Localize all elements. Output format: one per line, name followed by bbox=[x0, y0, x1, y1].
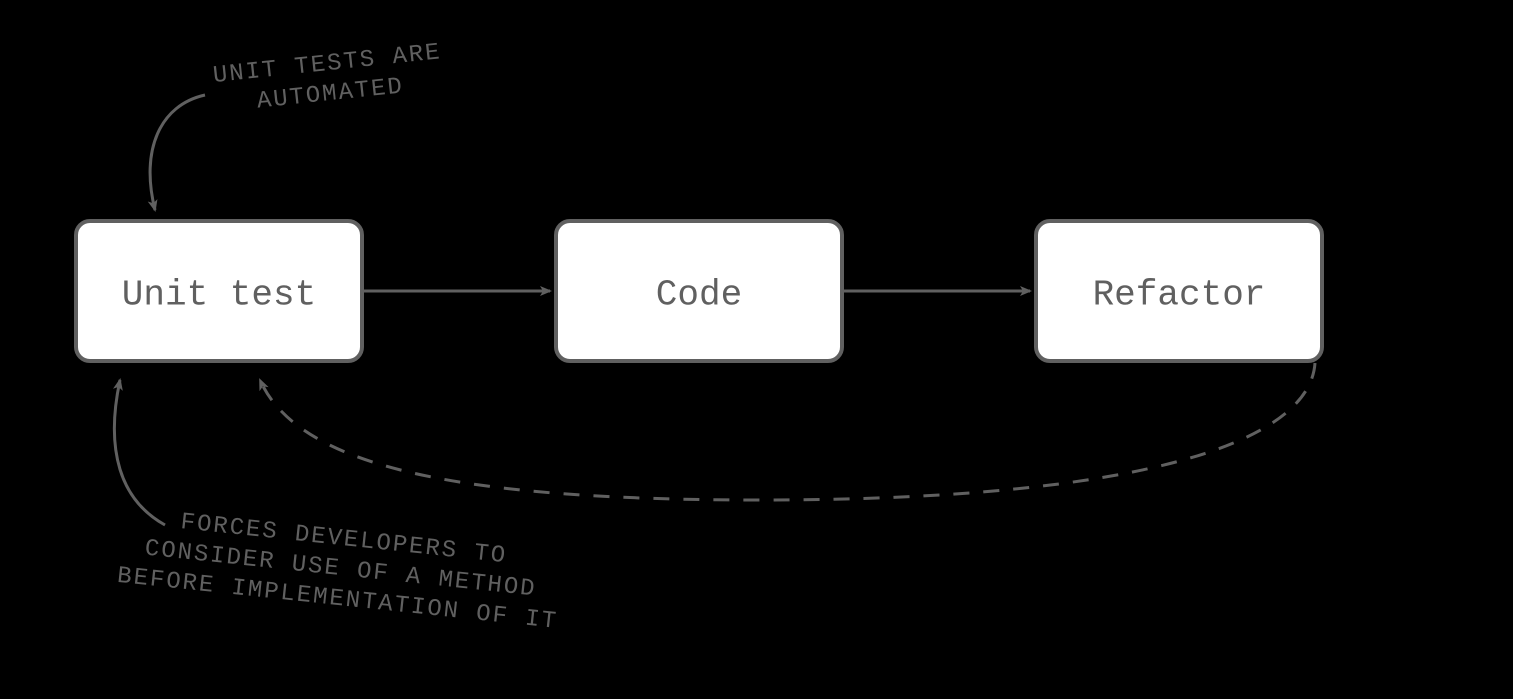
node-refactor: Refactor bbox=[1036, 221, 1322, 361]
tdd-cycle-diagram: Unit test Code Refactor UNIT TESTS ARE A… bbox=[0, 0, 1513, 699]
annotation-bottom-pointer bbox=[114, 380, 165, 525]
edge-refactor-to-unit-test bbox=[260, 363, 1315, 500]
node-code-label: Code bbox=[656, 275, 742, 316]
annotation-top: UNIT TESTS ARE AUTOMATED bbox=[212, 39, 446, 120]
annotation-bottom: FORCES DEVELOPERS TO CONSIDER USE OF A M… bbox=[116, 503, 566, 636]
annotation-top-pointer bbox=[150, 95, 205, 210]
node-unit-test-label: Unit test bbox=[122, 275, 316, 316]
node-unit-test: Unit test bbox=[76, 221, 362, 361]
node-refactor-label: Refactor bbox=[1093, 275, 1266, 316]
node-code: Code bbox=[556, 221, 842, 361]
